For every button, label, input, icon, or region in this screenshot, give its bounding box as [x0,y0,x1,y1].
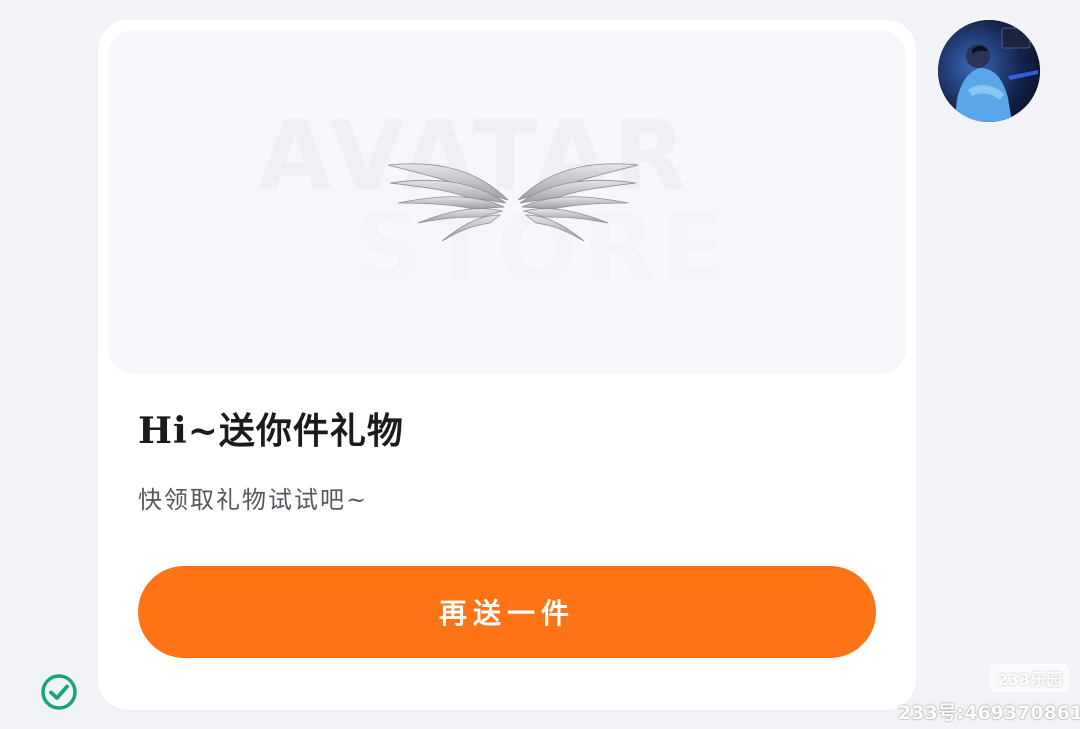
gift-title: Hi~送你件礼物 [138,410,404,452]
gift-subtitle: 快领取礼物试试吧~ [138,486,369,514]
check-circle-icon [41,674,77,710]
angel-wings-icon [387,163,639,242]
send-another-button[interactable]: 再送一件 [138,566,876,658]
gift-preview: AVATAR STORE [108,30,906,374]
gift-card: AVATAR STORE Hi~送你件礼物 快领取礼物试试吧~ 再送一件 [98,20,916,710]
brand-watermark: 233乐园 [990,664,1070,692]
user-avatar[interactable] [938,20,1040,122]
avatar-image [938,20,1040,122]
account-watermark: 233号:469370861 [898,702,1080,724]
